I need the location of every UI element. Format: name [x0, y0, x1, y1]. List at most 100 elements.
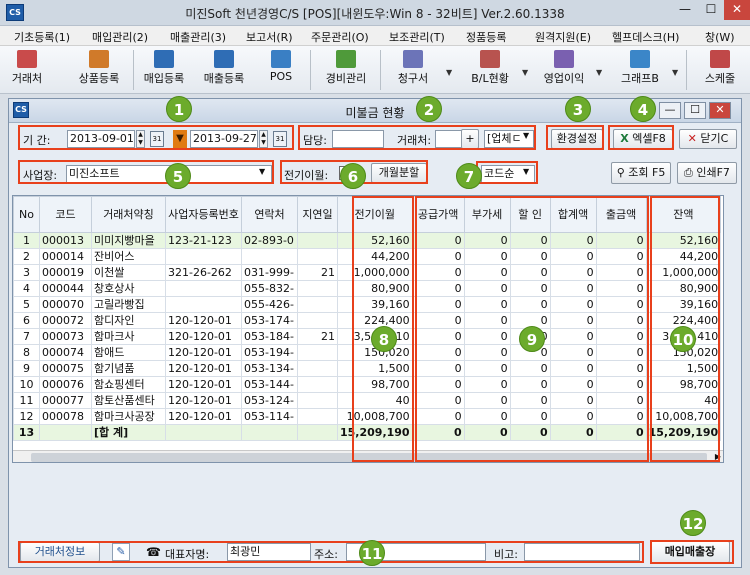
table-cell[interactable]: 1,500 [337, 360, 413, 377]
customer-add-button[interactable]: + [461, 129, 479, 149]
menu-item-window[interactable]: 창(W) [705, 29, 735, 45]
table-cell[interactable]: 0 [411, 232, 465, 249]
table-cell[interactable]: 80,900 [645, 280, 722, 297]
table-cell[interactable]: 120-120-01 [165, 408, 242, 425]
table-cell[interactable]: 0 [595, 424, 647, 441]
table-cell[interactable]: 000076 [39, 376, 92, 393]
table-cell[interactable]: 0 [411, 280, 465, 297]
chevron-down-icon[interactable]: ▼ [259, 167, 265, 176]
table-cell[interactable]: 15,209,190 [645, 424, 722, 441]
table-cell[interactable]: 9 [13, 360, 40, 377]
child-maximize-button[interactable]: ☐ [684, 102, 706, 119]
table-cell[interactable] [297, 312, 338, 329]
table-cell[interactable]: 321-26-262 [165, 264, 242, 281]
table-cell[interactable]: 0 [549, 264, 597, 281]
table-cell[interactable]: 0 [411, 296, 465, 313]
excel-button[interactable]: X 엑셀F8 [613, 129, 673, 149]
toolbar-product-button[interactable]: 상품등록 [64, 48, 134, 92]
table-cell[interactable]: 1,000,000 [337, 264, 413, 281]
table-cell[interactable]: 0 [509, 392, 551, 409]
table-cell[interactable]: 0 [509, 280, 551, 297]
toolbar-bl-status-button[interactable]: B/L현황 [462, 48, 518, 92]
table-cell[interactable]: 000019 [39, 264, 92, 281]
table-cell[interactable]: 053-144- [241, 376, 298, 393]
child-minimize-button[interactable]: — [659, 102, 681, 119]
table-cell[interactable]: 224,400 [337, 312, 413, 329]
table-cell[interactable]: 0 [595, 408, 647, 425]
table-row[interactable]: 12 000078 함마크사공장 120-120-01 053-114- 10,008,7… [13, 408, 722, 425]
table-cell[interactable]: 000072 [39, 312, 92, 329]
chevron-down-icon[interactable]: ▼ [672, 68, 678, 77]
table-cell[interactable]: 0 [463, 328, 511, 345]
table-cell[interactable]: 0 [411, 312, 465, 329]
customer-input[interactable] [435, 130, 463, 148]
table-cell[interactable]: 053-174- [241, 312, 298, 329]
range-arrow-icon[interactable]: ▼ [173, 130, 187, 148]
column-header[interactable]: 사업자등록번호 [165, 196, 242, 233]
table-cell[interactable]: 000044 [39, 280, 92, 297]
table-cell[interactable] [297, 408, 338, 425]
column-header[interactable]: 전기이월 [337, 196, 413, 233]
rep-input[interactable]: 최광민 [227, 543, 311, 561]
table-cell[interactable]: 8 [13, 344, 40, 361]
calendar-icon[interactable]: 31 [150, 131, 164, 147]
table-row[interactable]: 7000073함마크사120-120-01053-184-213,500,410… [13, 328, 722, 345]
table-cell[interactable]: 0 [411, 408, 465, 425]
table-cell[interactable] [297, 296, 338, 313]
menu-item-purchase[interactable]: 매입관리(2) [92, 29, 148, 45]
table-cell[interactable]: 0 [463, 408, 511, 425]
scroll-right-icon[interactable]: ▶ [715, 452, 721, 461]
table-cell[interactable]: 1,500 [645, 360, 722, 377]
chevron-down-icon[interactable]: ▼ [523, 131, 529, 140]
column-header[interactable]: 합계액 [549, 196, 597, 233]
table-cell[interactable]: 000078 [39, 408, 92, 425]
monthly-split-button[interactable]: 개월분할 [371, 163, 427, 183]
table-cell[interactable]: 12 [13, 408, 40, 425]
table-cell[interactable]: 0 [509, 232, 551, 249]
table-cell[interactable]: 0 [595, 248, 647, 265]
table-cell[interactable]: 0 [463, 424, 511, 441]
minimize-button[interactable]: — [672, 0, 698, 20]
table-cell[interactable]: 13 [13, 424, 40, 441]
table-cell[interactable]: 21 [297, 264, 338, 281]
table-cell[interactable]: 0 [549, 392, 597, 409]
horizontal-scrollbar[interactable]: ▶ [13, 450, 723, 462]
customer-info-button[interactable]: 거래처정보 [20, 542, 100, 562]
table-cell[interactable]: 21 [297, 328, 338, 345]
calendar-icon[interactable]: 31 [273, 131, 287, 147]
menu-item-sales[interactable]: 매출관리(3) [170, 29, 226, 45]
settings-button[interactable]: 환경설정 [551, 129, 603, 149]
table-cell[interactable]: 함마크사공장 [91, 408, 166, 425]
table-cell[interactable]: 5 [13, 296, 40, 313]
table-cell[interactable]: 함마크사 [91, 328, 166, 345]
table-cell[interactable]: 39,160 [645, 296, 722, 313]
table-cell[interactable] [165, 296, 242, 313]
table-cell[interactable]: 창호상사 [91, 280, 166, 297]
column-header[interactable]: No [13, 196, 40, 233]
table-cell[interactable]: 0 [411, 424, 465, 441]
table-total-row[interactable]: 13 [합 계] 15,209,190 0 0 0 0 0 15,209,190 [13, 424, 722, 441]
date-to-spinner[interactable]: ▲ ▼ [259, 130, 268, 148]
table-cell[interactable]: 0 [509, 264, 551, 281]
table-cell[interactable]: 120-120-01 [165, 312, 242, 329]
table-row[interactable]: 5 000070 고릴라빵집 055-426- 39,160 0 0 0 0 0 39,160 [13, 296, 722, 313]
column-header[interactable]: 지연일 [297, 196, 338, 233]
table-cell[interactable]: 이천쌀 [91, 264, 166, 281]
chevron-down-icon[interactable]: ▼ [446, 68, 452, 77]
toolbar-invoice-button[interactable]: 청구서 [388, 48, 438, 92]
child-close-button[interactable]: ✕ [709, 102, 731, 119]
table-row[interactable]: 2 000014 잔비어스 44,200 0 0 0 0 0 44,200 [13, 248, 722, 265]
table-cell[interactable]: 0 [549, 408, 597, 425]
table-cell[interactable]: 0 [411, 264, 465, 281]
close-button[interactable]: ✕ 닫기C [679, 129, 737, 149]
print-button[interactable]: ⎙ 인쇄F7 [677, 162, 737, 184]
toolbar-pos-button[interactable]: POS [264, 48, 298, 92]
table-cell[interactable]: 000077 [39, 392, 92, 409]
note-input[interactable] [524, 543, 640, 561]
table-cell[interactable]: 0 [411, 328, 465, 345]
table-cell[interactable]: 0 [595, 280, 647, 297]
table-cell[interactable]: 0 [549, 248, 597, 265]
menu-item-auxiliary[interactable]: 보조관리(T) [389, 29, 445, 45]
table-cell[interactable]: 0 [509, 376, 551, 393]
table-cell[interactable]: 2 [13, 248, 40, 265]
